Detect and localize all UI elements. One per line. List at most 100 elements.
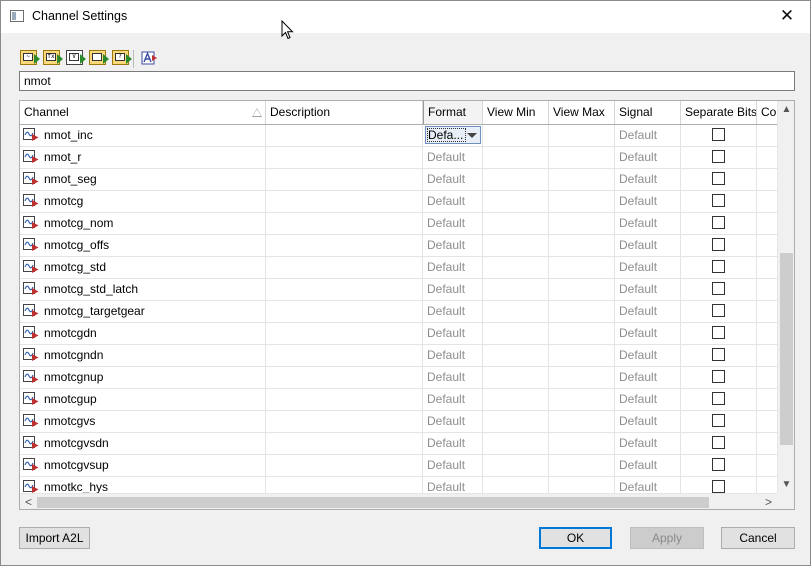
cell-description[interactable] bbox=[266, 191, 423, 212]
cell-view-min[interactable] bbox=[483, 367, 549, 388]
cell-view-max[interactable] bbox=[549, 389, 615, 410]
cell-view-min[interactable] bbox=[483, 235, 549, 256]
cell-description[interactable] bbox=[266, 367, 423, 388]
cell-description[interactable] bbox=[266, 455, 423, 476]
add-channel-button[interactable]: ~ bbox=[19, 48, 40, 68]
cell-co[interactable] bbox=[757, 279, 779, 300]
separate-bits-checkbox[interactable] bbox=[712, 172, 725, 185]
vertical-scroll-thumb[interactable] bbox=[780, 253, 793, 445]
close-button[interactable]: ✕ bbox=[764, 1, 810, 33]
cell-description[interactable] bbox=[266, 147, 423, 168]
cell-view-min[interactable] bbox=[483, 455, 549, 476]
cell-format[interactable]: Default bbox=[423, 169, 483, 190]
cell-view-min[interactable] bbox=[483, 279, 549, 300]
font-settings-icon[interactable] bbox=[140, 49, 158, 67]
cell-view-max[interactable] bbox=[549, 345, 615, 366]
cell-description[interactable] bbox=[266, 389, 423, 410]
cell-format[interactable]: Default bbox=[423, 213, 483, 234]
cell-format[interactable]: Default bbox=[423, 191, 483, 212]
table-row[interactable]: nmotcgvsdn Default Default bbox=[20, 433, 779, 455]
cell-description[interactable] bbox=[266, 235, 423, 256]
add-group-button[interactable] bbox=[88, 48, 109, 68]
table-row[interactable]: nmot_r Default Default bbox=[20, 147, 779, 169]
add-formula-button[interactable]: fx bbox=[42, 48, 63, 68]
cell-signal[interactable]: Default bbox=[615, 257, 681, 278]
table-row[interactable]: nmotcgnup Default Default bbox=[20, 367, 779, 389]
cell-view-max[interactable] bbox=[549, 367, 615, 388]
cell-format[interactable]: Default bbox=[423, 367, 483, 388]
table-row[interactable]: nmotcgdn Default Default bbox=[20, 323, 779, 345]
cell-separate-bits[interactable] bbox=[681, 191, 757, 212]
cell-co[interactable] bbox=[757, 257, 779, 278]
cell-view-max[interactable] bbox=[549, 147, 615, 168]
scroll-right-icon[interactable]: > bbox=[760, 494, 777, 509]
separate-bits-checkbox[interactable] bbox=[712, 304, 725, 317]
column-header-signal[interactable]: Signal bbox=[615, 101, 681, 124]
table-row[interactable]: nmotcg Default Default bbox=[20, 191, 779, 213]
cell-signal[interactable]: Default bbox=[615, 213, 681, 234]
separate-bits-checkbox[interactable] bbox=[712, 150, 725, 163]
cell-format[interactable]: Default bbox=[423, 301, 483, 322]
cell-co[interactable] bbox=[757, 235, 779, 256]
cell-view-max[interactable] bbox=[549, 257, 615, 278]
table-row[interactable]: nmotcg_std Default Default bbox=[20, 257, 779, 279]
cell-description[interactable] bbox=[266, 345, 423, 366]
cell-separate-bits[interactable] bbox=[681, 301, 757, 322]
table-row[interactable]: nmotcgvsup Default Default bbox=[20, 455, 779, 477]
table-row[interactable]: nmot_seg Default Default bbox=[20, 169, 779, 191]
separate-bits-checkbox[interactable] bbox=[712, 348, 725, 361]
cell-separate-bits[interactable] bbox=[681, 169, 757, 190]
table-row[interactable]: nmotcgup Default Default bbox=[20, 389, 779, 411]
cell-view-min[interactable] bbox=[483, 125, 549, 146]
cell-view-min[interactable] bbox=[483, 345, 549, 366]
cell-co[interactable] bbox=[757, 367, 779, 388]
table-row[interactable]: nmotcgvs Default Default bbox=[20, 411, 779, 433]
cell-separate-bits[interactable] bbox=[681, 125, 757, 146]
cell-view-max[interactable] bbox=[549, 455, 615, 476]
cell-co[interactable] bbox=[757, 147, 779, 168]
cell-co[interactable] bbox=[757, 323, 779, 344]
table-row[interactable]: nmotcg_nom Default Default bbox=[20, 213, 779, 235]
cell-format[interactable]: Default bbox=[423, 345, 483, 366]
cell-description[interactable] bbox=[266, 411, 423, 432]
table-row[interactable]: nmotcg_std_latch Default Default bbox=[20, 279, 779, 301]
add-unknown-button[interactable]: ? bbox=[111, 48, 132, 68]
cell-co[interactable] bbox=[757, 455, 779, 476]
cell-view-max[interactable] bbox=[549, 235, 615, 256]
cell-signal[interactable]: Default bbox=[615, 411, 681, 432]
column-header-description[interactable]: Description bbox=[266, 101, 423, 124]
separate-bits-checkbox[interactable] bbox=[712, 260, 725, 273]
horizontal-scroll-thumb[interactable] bbox=[37, 497, 709, 508]
separate-bits-checkbox[interactable] bbox=[712, 326, 725, 339]
cell-view-max[interactable] bbox=[549, 213, 615, 234]
cell-format[interactable]: Default bbox=[423, 147, 483, 168]
cell-description[interactable] bbox=[266, 279, 423, 300]
cell-separate-bits[interactable] bbox=[681, 323, 757, 344]
separate-bits-checkbox[interactable] bbox=[712, 194, 725, 207]
cell-signal[interactable]: Default bbox=[615, 455, 681, 476]
cell-description[interactable] bbox=[266, 301, 423, 322]
cell-view-min[interactable] bbox=[483, 147, 549, 168]
cell-description[interactable] bbox=[266, 433, 423, 454]
cell-separate-bits[interactable] bbox=[681, 235, 757, 256]
cancel-button[interactable]: Cancel bbox=[721, 527, 795, 549]
column-header-view-min[interactable]: View Min bbox=[483, 101, 549, 124]
cell-co[interactable] bbox=[757, 389, 779, 410]
cell-separate-bits[interactable] bbox=[681, 367, 757, 388]
cell-description[interactable] bbox=[266, 213, 423, 234]
apply-button[interactable]: Apply bbox=[630, 527, 704, 549]
cell-view-max[interactable] bbox=[549, 191, 615, 212]
cell-co[interactable] bbox=[757, 213, 779, 234]
cell-co[interactable] bbox=[757, 411, 779, 432]
cell-separate-bits[interactable] bbox=[681, 433, 757, 454]
horizontal-scrollbar[interactable]: < > bbox=[20, 493, 777, 509]
cell-signal[interactable]: Default bbox=[615, 367, 681, 388]
column-header-format[interactable]: Format bbox=[423, 101, 483, 124]
cell-signal[interactable]: Default bbox=[615, 389, 681, 410]
column-header-channel[interactable]: Channel bbox=[20, 101, 266, 124]
cell-format[interactable]: Default bbox=[423, 411, 483, 432]
cell-view-min[interactable] bbox=[483, 213, 549, 234]
scroll-down-icon[interactable]: ▼ bbox=[778, 476, 794, 493]
cell-separate-bits[interactable] bbox=[681, 213, 757, 234]
cell-view-max[interactable] bbox=[549, 323, 615, 344]
